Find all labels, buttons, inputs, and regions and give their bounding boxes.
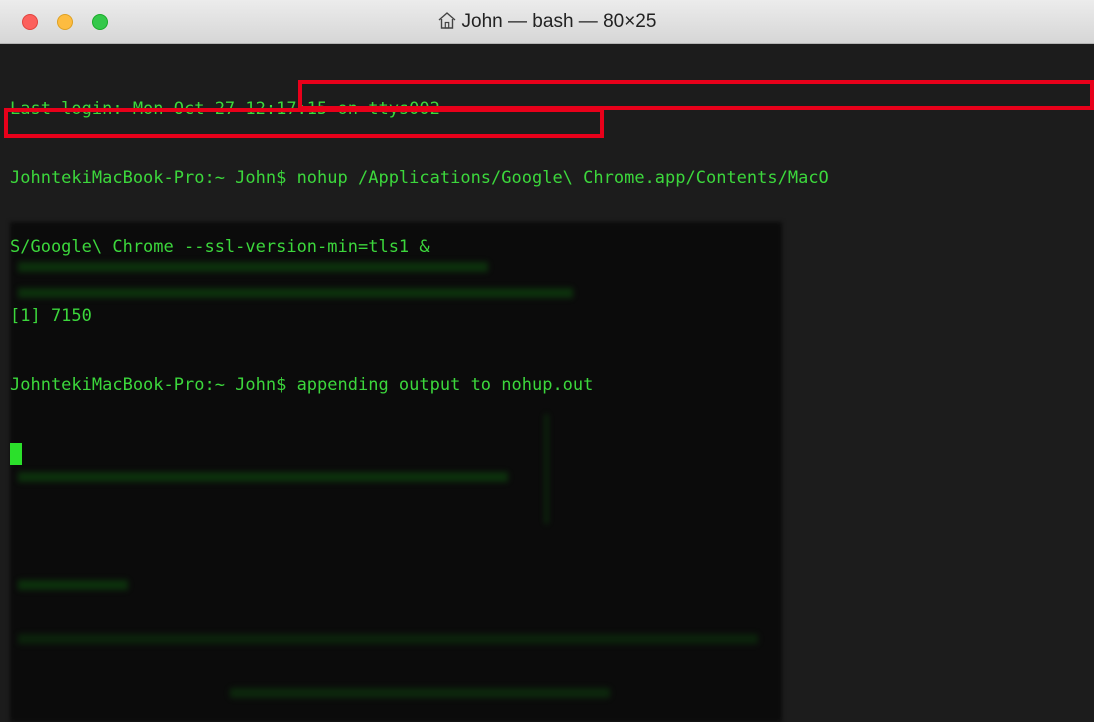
terminal-content[interactable]: Last login: Mon Oct 27 12:17:15 on ttys0… — [0, 44, 1094, 722]
window-title-container: John — bash — 80×25 — [0, 0, 1094, 44]
window-title: John — bash — 80×25 — [461, 11, 657, 32]
terminal-window: John — bash — 80×25 Last login: Mon Oct … — [0, 0, 1094, 722]
terminal-cursor-line — [10, 443, 829, 466]
blurred-text — [230, 688, 610, 698]
text-cursor — [10, 443, 22, 465]
terminal-line: S/Google\ Chrome --ssl-version-min=tls1 … — [10, 237, 430, 257]
home-icon — [438, 2, 456, 46]
terminal-line: JohntekiMacBook-Pro:~ John$ nohup /Appli… — [10, 168, 829, 188]
terminal-line: JohntekiMacBook-Pro:~ John$ appending ou… — [10, 375, 594, 395]
title-bar[interactable]: John — bash — 80×25 — [0, 0, 1094, 44]
highlight-box-command-end — [4, 108, 604, 138]
blurred-text — [18, 580, 128, 590]
highlight-box-command-start — [298, 80, 1094, 110]
blurred-text — [18, 634, 758, 644]
terminal-line: [1] 7150 — [10, 306, 92, 326]
